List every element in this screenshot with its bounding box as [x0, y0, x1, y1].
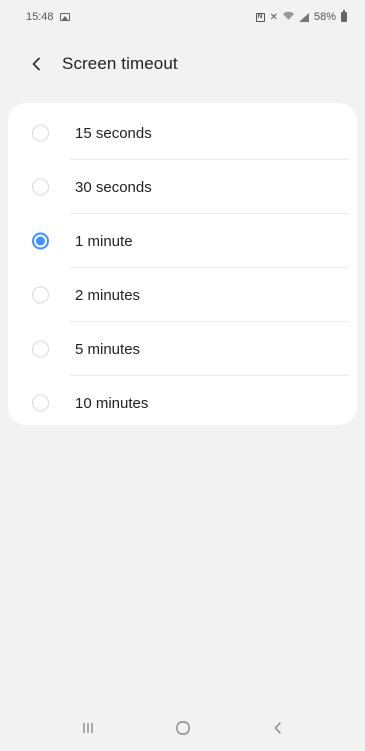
nfc-icon: N: [255, 12, 265, 22]
option-15-seconds[interactable]: 15 seconds: [8, 106, 357, 160]
nav-back-button[interactable]: [258, 712, 298, 744]
option-label: 5 minutes: [75, 340, 141, 358]
option-5-minutes[interactable]: 5 minutes: [8, 322, 357, 376]
option-label: 10 minutes: [75, 394, 149, 412]
back-icon: [274, 722, 281, 734]
status-bar: 15:48 N ✕ 58%: [0, 0, 365, 34]
recents-button[interactable]: [68, 712, 108, 744]
wifi-icon: [282, 11, 294, 23]
home-button[interactable]: [163, 712, 203, 744]
home-icon: [175, 721, 190, 735]
gallery-icon: [59, 13, 70, 21]
status-time: 15:48: [26, 11, 54, 23]
radio-button[interactable]: [32, 124, 49, 142]
option-30-seconds[interactable]: 30 seconds: [8, 160, 357, 214]
signal-icon: [298, 12, 309, 22]
header: Screen timeout: [0, 46, 365, 82]
status-right: N ✕ 58%: [255, 10, 347, 23]
screen: 15:48 N ✕ 58% Screen timeout 15 seconds …: [0, 0, 365, 751]
option-label: 30 seconds: [75, 178, 152, 196]
option-label: 15 seconds: [75, 124, 152, 142]
status-left: 15:48: [26, 11, 70, 23]
option-1-minute[interactable]: 1 minute: [8, 214, 357, 268]
recents-icon: [82, 723, 93, 733]
chevron-left-icon: [32, 57, 40, 71]
radio-button[interactable]: [32, 178, 49, 196]
option-2-minutes[interactable]: 2 minutes: [8, 268, 357, 322]
timeout-options-card: 15 seconds 30 seconds 1 minute 2 minutes…: [8, 103, 357, 425]
radio-button-selected[interactable]: [32, 232, 49, 250]
radio-button[interactable]: [32, 394, 49, 412]
battery-percent: 58%: [313, 11, 336, 23]
battery-icon: [341, 10, 347, 22]
option-label: 2 minutes: [75, 286, 141, 304]
radio-button[interactable]: [32, 286, 49, 304]
option-10-minutes[interactable]: 10 minutes: [8, 376, 357, 430]
navigation-bar: [0, 705, 365, 751]
radio-button[interactable]: [32, 340, 49, 358]
mute-icon: ✕: [269, 11, 278, 23]
back-button[interactable]: [26, 53, 48, 75]
option-label: 1 minute: [75, 232, 133, 250]
page-title: Screen timeout: [62, 54, 178, 73]
